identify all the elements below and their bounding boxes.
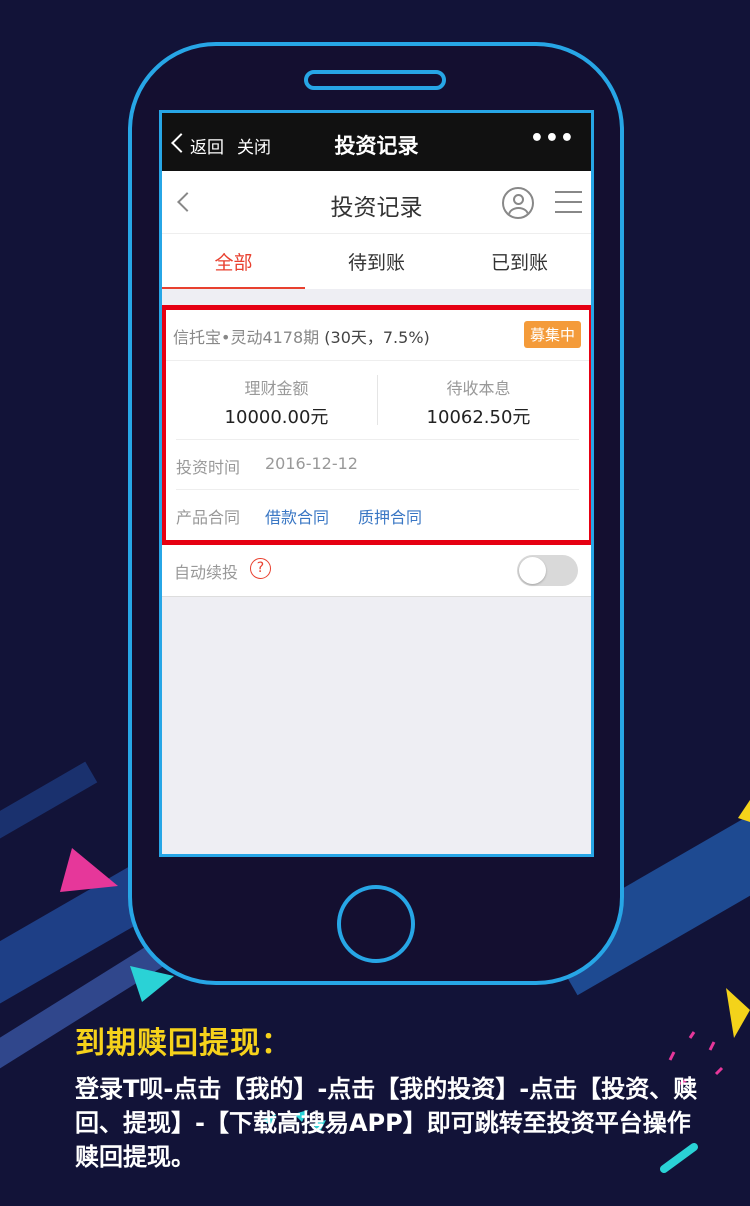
caption-body: 登录T呗-点击【我的】-点击【我的投资】-点击【投资、赎回、提现】-【下载高搜易… (75, 1075, 698, 1171)
caption-title: 到期赎回提现： (75, 1026, 292, 1061)
contract-row: 产品合同 借款合同 质押合同 (176, 490, 579, 540)
user-profile-icon[interactable] (502, 187, 534, 219)
phone-screen: 返回 关闭 投资记录 ••• 投资记录 全部 待到账 已到账 信托宝•灵动417… (159, 110, 594, 857)
amounts-section: 理财金额 10000.00元 待收本息 10062.50元 (176, 361, 579, 440)
yellow-shard-decoration (738, 800, 750, 822)
investment-record-card[interactable]: 信托宝•灵动4178期 (30天，7.5%) 募集中 理财金额 10000.00… (162, 305, 591, 545)
invest-time-label: 投资时间 (176, 458, 241, 477)
toggle-knob (519, 557, 546, 584)
phone-home-button (337, 885, 415, 963)
filter-tabs: 全部 待到账 已到账 (162, 234, 591, 289)
invest-time-row: 投资时间 2016-12-12 (176, 440, 579, 490)
pending-amount-value: 10062.50元 (426, 407, 531, 428)
pink-triangle-decoration (60, 848, 118, 892)
product-terms: (30天，7.5%) (324, 328, 430, 347)
pledge-contract-link[interactable]: 质押合同 (358, 504, 422, 528)
loan-contract-link[interactable]: 借款合同 (265, 504, 329, 528)
record-header: 信托宝•灵动4178期 (30天，7.5%) 募集中 (166, 310, 589, 361)
pending-amount-label: 待收本息 (446, 379, 511, 398)
product-name: 信托宝•灵动4178期 (173, 328, 320, 347)
auto-reinvest-toggle[interactable] (517, 555, 578, 586)
product-name-line: 信托宝•灵动4178期 (30天，7.5%) (173, 324, 430, 348)
invest-time-value: 2016-12-12 (265, 454, 358, 473)
invested-amount: 理财金额 10000.00元 (176, 361, 377, 439)
auto-reinvest-label: 自动续投 (174, 563, 239, 582)
tab-all[interactable]: 全部 (162, 234, 305, 289)
pending-amount: 待收本息 10062.50元 (378, 361, 579, 439)
app-header: 投资记录 (162, 171, 591, 234)
invested-amount-value: 10000.00元 (224, 407, 329, 428)
webview-top-bar: 返回 关闭 投资记录 ••• (162, 113, 591, 171)
invested-amount-label: 理财金额 (244, 379, 309, 398)
phone-speaker (304, 70, 446, 90)
tab-pending[interactable]: 待到账 (305, 234, 448, 289)
status-badge: 募集中 (523, 321, 581, 348)
auto-reinvest-row: 自动续投 ? (162, 545, 591, 597)
instructions-caption: 到期赎回提现： 登录T呗-点击【我的】-点击【我的投资】-点击【投资、赎回、提现… (75, 1018, 705, 1174)
tab-received[interactable]: 已到账 (448, 234, 591, 289)
contract-label: 产品合同 (176, 508, 241, 527)
hamburger-menu-icon[interactable] (555, 191, 582, 213)
webview-title: 投资记录 (334, 134, 419, 158)
yellow-triangle-decoration (726, 988, 750, 1038)
more-menu-icon[interactable]: ••• (530, 126, 575, 151)
help-question-icon[interactable]: ? (250, 558, 271, 579)
